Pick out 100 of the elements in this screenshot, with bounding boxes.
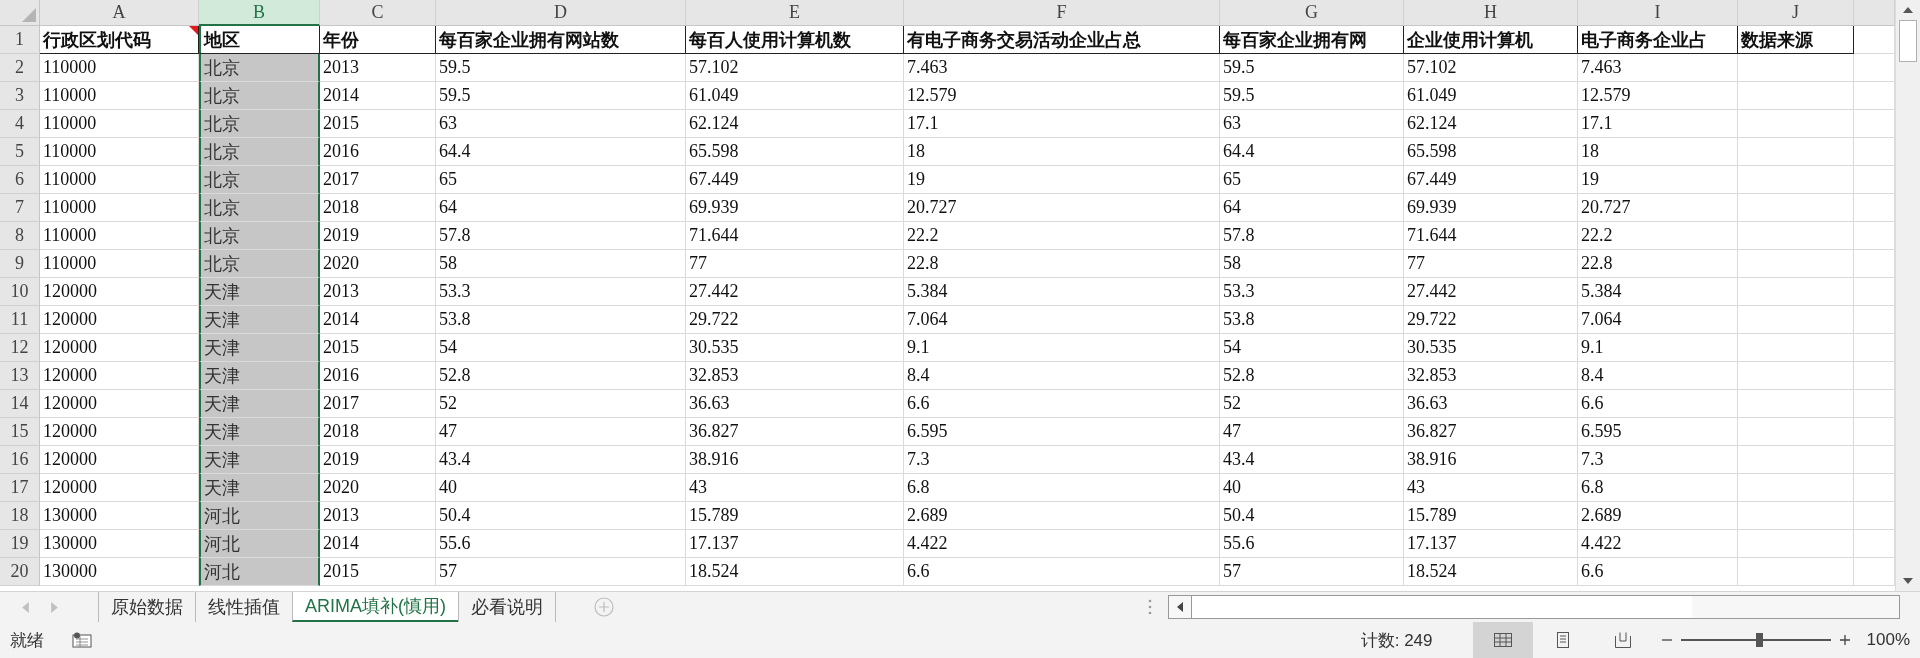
row-header[interactable]: 10	[0, 278, 40, 306]
zoom-in-icon[interactable]	[1838, 634, 1851, 646]
table-cell: 69.939	[1404, 194, 1578, 222]
table-cell: 12.579	[1578, 82, 1738, 110]
table-cell: 65	[436, 166, 686, 194]
column-header[interactable]: E	[686, 0, 904, 26]
scroll-thumb[interactable]	[1899, 20, 1917, 62]
table-cell: 57.102	[1404, 54, 1578, 82]
row-header[interactable]: 1	[0, 26, 40, 54]
row-header[interactable]: 11	[0, 306, 40, 334]
sheet-tab[interactable]: ARIMA填补(慎用)	[292, 592, 458, 622]
table-cell: 30.535	[1404, 334, 1578, 362]
table-cell: 65.598	[1404, 138, 1578, 166]
select-all-corner[interactable]	[0, 0, 40, 26]
row-header[interactable]: 9	[0, 250, 40, 278]
column-header[interactable]: D	[436, 0, 686, 26]
table-cell: 河北	[199, 530, 320, 558]
row-header[interactable]: 18	[0, 502, 40, 530]
row-header[interactable]: 20	[0, 558, 40, 586]
column-header[interactable]: G	[1220, 0, 1404, 26]
table-cell: 43.4	[436, 446, 686, 474]
row-header[interactable]: 19	[0, 530, 40, 558]
table-cell: 36.63	[686, 390, 904, 418]
zoom-slider[interactable]	[1680, 633, 1831, 647]
table-cell: 62.124	[1404, 110, 1578, 138]
table-cell: 2014	[320, 306, 436, 334]
row-header[interactable]: 17	[0, 474, 40, 502]
splitter-handle-icon[interactable]	[1148, 599, 1152, 615]
table-cell: 2.689	[1578, 502, 1738, 530]
row-header[interactable]: 3	[0, 82, 40, 110]
add-sheet-icon[interactable]	[594, 597, 614, 617]
table-cell: 69.939	[686, 194, 904, 222]
table-cell: 53.8	[436, 306, 686, 334]
table-cell: 天津	[199, 278, 320, 306]
table-cell: 43	[686, 474, 904, 502]
row-header[interactable]: 14	[0, 390, 40, 418]
table-cell: 4.422	[1578, 530, 1738, 558]
row-header[interactable]: 2	[0, 54, 40, 82]
table-cell: 58	[1220, 250, 1404, 278]
table-cell: 63	[436, 110, 686, 138]
table-cell: 64.4	[1220, 138, 1404, 166]
table-cell: 8.4	[1578, 362, 1738, 390]
table-header-cell: 电子商务企业占	[1578, 26, 1738, 54]
table-cell: 19	[1578, 166, 1738, 194]
row-header[interactable]: 7	[0, 194, 40, 222]
row-header[interactable]: 6	[0, 166, 40, 194]
row-header[interactable]: 16	[0, 446, 40, 474]
table-cell: 17.1	[904, 110, 1220, 138]
table-cell: 6.8	[1578, 474, 1738, 502]
table-cell: 5.384	[904, 278, 1220, 306]
vertical-scrollbar[interactable]	[1895, 0, 1920, 592]
table-cell: 57.8	[436, 222, 686, 250]
column-header[interactable]: J	[1738, 0, 1854, 26]
table-cell: 77	[1404, 250, 1578, 278]
table-cell: 32.853	[1404, 362, 1578, 390]
row-header[interactable]: 13	[0, 362, 40, 390]
table-cell: 53.3	[1220, 278, 1404, 306]
table-cell: 6.6	[1578, 390, 1738, 418]
column-header[interactable]: B	[199, 0, 320, 26]
table-cell: 36.63	[1404, 390, 1578, 418]
table-cell: 2017	[320, 166, 436, 194]
next-sheet-icon[interactable]	[51, 601, 58, 613]
table-cell: 天津	[199, 306, 320, 334]
table-cell: 2018	[320, 194, 436, 222]
table-cell: 2015	[320, 334, 436, 362]
zoom-level-text[interactable]: 100%	[1866, 630, 1910, 650]
table-cell: 2015	[320, 558, 436, 586]
table-cell: 71.644	[686, 222, 904, 250]
column-header[interactable]: F	[904, 0, 1220, 26]
row-header[interactable]: 8	[0, 222, 40, 250]
scroll-left-icon[interactable]	[1177, 602, 1183, 612]
table-cell: 32.853	[686, 362, 904, 390]
table-cell: 北京	[199, 82, 320, 110]
column-header[interactable]: A	[40, 0, 199, 26]
previous-sheet-icon[interactable]	[22, 601, 29, 613]
table-cell: 北京	[199, 194, 320, 222]
table-cell: 17.137	[686, 530, 904, 558]
table-cell: 2013	[320, 278, 436, 306]
row-header[interactable]: 12	[0, 334, 40, 362]
column-header[interactable]: I	[1578, 0, 1738, 26]
table-cell: 64	[1220, 194, 1404, 222]
table-cell: 天津	[199, 418, 320, 446]
select-all-icon[interactable]	[22, 8, 36, 22]
table-cell: 53.8	[1220, 306, 1404, 334]
normal-view-button[interactable]	[1472, 622, 1533, 658]
table-header-cell: 年份	[320, 26, 436, 54]
macro-record-icon[interactable]	[72, 632, 92, 648]
row-header[interactable]: 15	[0, 418, 40, 446]
table-cell: 55.6	[436, 530, 686, 558]
row-header[interactable]: 5	[0, 138, 40, 166]
horizontal-scrollbar[interactable]	[1168, 595, 1900, 619]
table-cell: 30.535	[686, 334, 904, 362]
table-cell: 2016	[320, 138, 436, 166]
grid-icon	[1493, 633, 1512, 647]
column-header[interactable]: C	[320, 0, 436, 26]
table-cell: 59.5	[1220, 82, 1404, 110]
column-header[interactable]: H	[1404, 0, 1578, 26]
row-header[interactable]: 4	[0, 110, 40, 138]
table-cell: 2.689	[904, 502, 1220, 530]
table-cell: 北京	[199, 250, 320, 278]
